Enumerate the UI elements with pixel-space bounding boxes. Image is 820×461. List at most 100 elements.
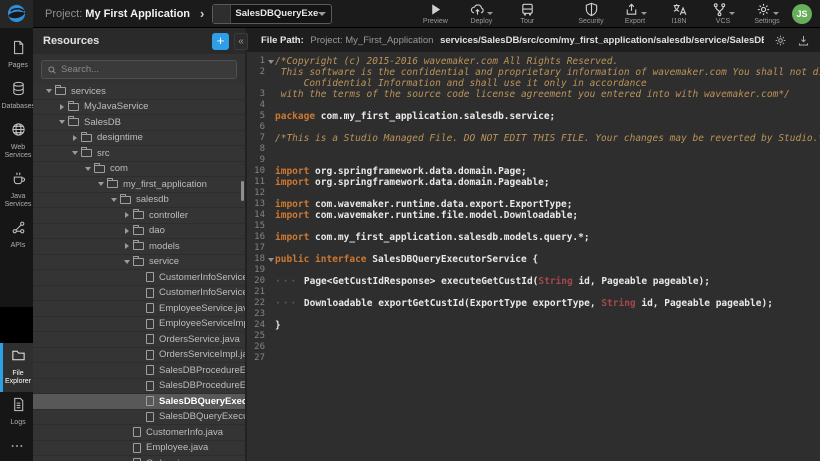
export-button[interactable]: Export — [620, 2, 650, 25]
activity-bar-spacer — [0, 307, 33, 343]
tree-row[interactable]: controller — [33, 208, 245, 224]
tree-row[interactable]: EmployeeServiceImpl.java — [33, 317, 245, 333]
tree-item-label: SalesDBProcedureExecutorServiceImpl.java — [159, 380, 245, 391]
sidebar-item-logs[interactable]: Logs — [0, 392, 33, 433]
caret-down-icon[interactable] — [95, 182, 107, 186]
tree-item-label: controller — [149, 210, 188, 221]
code-line: 24} — [247, 320, 820, 331]
tree-item-label: com — [110, 163, 128, 174]
code-text — [275, 188, 820, 199]
caret-right-icon[interactable] — [121, 212, 133, 218]
gear-icon — [756, 2, 771, 17]
caret-right-icon[interactable] — [121, 228, 133, 234]
tree-row[interactable]: src — [33, 146, 245, 162]
code-editor-pane: File Path: Project: My_First_Application… — [247, 28, 820, 461]
code-text — [275, 243, 820, 254]
code-text: import org.springframework.data.domain.P… — [275, 166, 820, 177]
tree-row[interactable]: Employee.java — [33, 441, 245, 457]
fold-gutter — [267, 221, 275, 232]
sidebar-item-java-services[interactable]: Java Services — [0, 166, 33, 215]
tree-row[interactable]: SalesDBProcedureExecutorService.java — [33, 363, 245, 379]
tree-row[interactable]: SalesDBQueryExecutorService.java — [33, 394, 245, 410]
tree-item-label: designtime — [97, 132, 143, 143]
user-avatar[interactable]: JS — [792, 4, 812, 24]
tree-row[interactable]: com — [33, 162, 245, 178]
tree-row[interactable]: designtime — [33, 131, 245, 147]
file-path-label: File Path: — [261, 35, 304, 46]
tree-row[interactable]: Orders.java — [33, 456, 245, 461]
caret-down-icon[interactable] — [108, 198, 120, 202]
tree-row[interactable]: salesdb — [33, 193, 245, 209]
activity-bar: PagesDatabases Web Services Java ServicesA… — [0, 28, 33, 461]
fold-gutter — [267, 155, 275, 166]
open-file-dropdown[interactable]: SalesDBQueryExec... — [212, 4, 332, 24]
caret-down-icon[interactable] — [69, 151, 81, 155]
collapse-panel-button[interactable]: « — [234, 33, 248, 50]
sidebar-item-web-services[interactable]: Web Services — [0, 117, 33, 166]
code-text: with the terms of the source code licens… — [275, 89, 820, 100]
sidebar-item-databases[interactable]: Databases — [0, 76, 33, 117]
line-number: 24 — [247, 320, 267, 331]
tree-row[interactable]: MyJavaService — [33, 100, 245, 116]
code-line: 9 — [247, 155, 820, 166]
tree-row[interactable]: OrdersService.java — [33, 332, 245, 348]
tour-button[interactable]: Tour — [512, 2, 542, 25]
code-line: 23 — [247, 309, 820, 320]
sidebar-item-file-explorer[interactable]: File Explorer — [0, 343, 33, 392]
caret-right-icon[interactable] — [121, 243, 133, 249]
settings-button[interactable]: Settings — [752, 2, 782, 25]
caret-down-icon[interactable] — [82, 167, 94, 171]
line-number: 13 — [247, 199, 267, 210]
wavemaker-logo[interactable] — [0, 0, 33, 28]
tree-row[interactable]: CustomerInfoServiceImpl.java — [33, 286, 245, 302]
sidebar-item-label: Web Services — [2, 144, 35, 160]
code-text — [275, 309, 820, 320]
preview-button[interactable]: Preview — [420, 2, 450, 25]
project-breadcrumb[interactable]: Project:My First Application — [45, 8, 190, 20]
fold-gutter — [267, 89, 275, 100]
folder-icon — [120, 196, 131, 204]
tree-row[interactable]: OrdersServiceImpl.java — [33, 348, 245, 364]
file-icon — [146, 412, 154, 422]
vcs-button[interactable]: VCS — [708, 2, 738, 25]
preview-label: Preview — [423, 18, 448, 25]
sidebar-item-pages[interactable]: Pages — [0, 35, 33, 76]
folder-icon — [68, 103, 79, 111]
folder-icon — [94, 165, 105, 173]
play-icon — [428, 2, 443, 17]
tree-scrollbar-thumb[interactable] — [241, 181, 244, 201]
sidebar-item-apis[interactable]: APIs — [0, 215, 33, 256]
tree-row[interactable]: EmployeeService.java — [33, 301, 245, 317]
caret-down-icon[interactable] — [121, 260, 133, 264]
tree-row[interactable]: SalesDBQueryExecutorServiceImpl.java — [33, 410, 245, 426]
tree-row[interactable]: CustomerInfo.java — [33, 425, 245, 441]
more-button[interactable] — [0, 433, 33, 461]
tree-row[interactable]: my_first_application — [33, 177, 245, 193]
code-editor[interactable]: 1/*Copyright (c) 2015-2016 wavemaker.com… — [247, 52, 820, 461]
search-input[interactable] — [57, 64, 231, 75]
fold-marker-icon[interactable] — [267, 254, 275, 265]
i18n-button[interactable]: I18N — [664, 2, 694, 25]
code-text: ··· Downloadable exportGetCustId(ExportT… — [275, 298, 820, 309]
tree-row[interactable]: models — [33, 239, 245, 255]
tree-row[interactable]: CustomerInfoService.java — [33, 270, 245, 286]
tree-item-label: EmployeeServiceImpl.java — [159, 318, 245, 329]
tree-row[interactable]: dao — [33, 224, 245, 240]
tree-row[interactable]: SalesDBProcedureExecutorServiceImpl.java — [33, 379, 245, 395]
editor-settings-button[interactable] — [774, 34, 787, 47]
tree-row[interactable]: SalesDB — [33, 115, 245, 131]
tree-row[interactable]: services — [33, 84, 245, 100]
download-file-button[interactable] — [797, 34, 810, 47]
add-resource-button[interactable]: + — [212, 33, 229, 50]
tree-row[interactable]: service — [33, 255, 245, 271]
caret-down-icon[interactable] — [56, 120, 68, 124]
caret-right-icon[interactable] — [56, 104, 68, 110]
folder-icon — [55, 87, 66, 95]
code-line: 20··· Page<GetCustIdResponse> executeGet… — [247, 276, 820, 287]
security-button[interactable]: Security — [576, 2, 606, 25]
caret-right-icon[interactable] — [69, 135, 81, 141]
tree-item-label: dao — [149, 225, 165, 236]
deploy-button[interactable]: Deploy — [466, 2, 496, 25]
fold-marker-icon[interactable] — [267, 56, 275, 67]
caret-down-icon[interactable] — [43, 89, 55, 93]
